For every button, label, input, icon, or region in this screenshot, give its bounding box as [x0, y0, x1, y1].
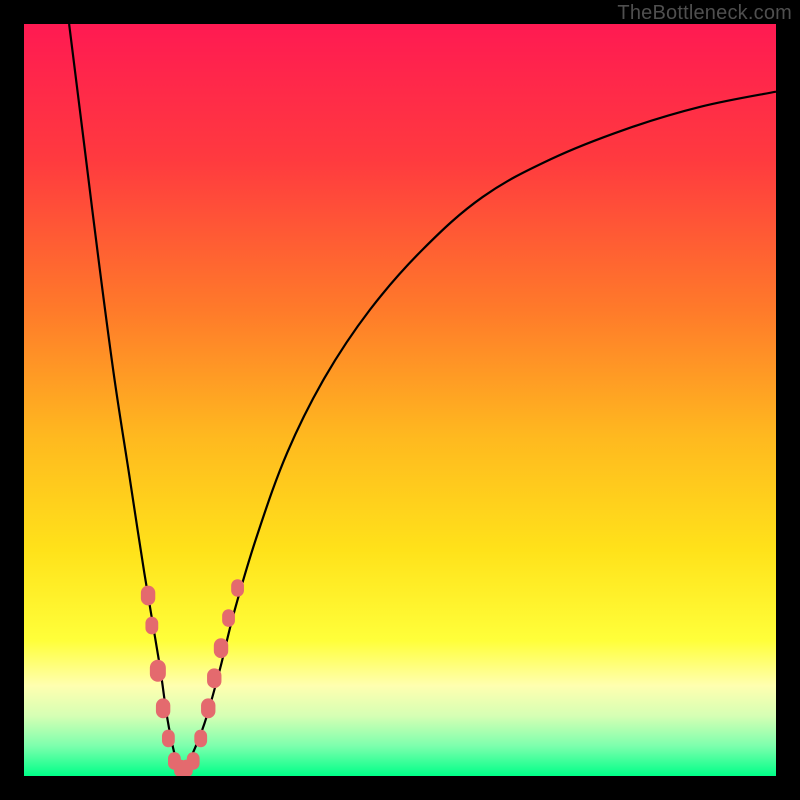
curve-marker [231, 579, 244, 597]
curve-marker [156, 698, 170, 718]
curve-marker [187, 752, 200, 770]
plot-area [24, 24, 776, 776]
gradient-background [24, 24, 776, 776]
watermark-text: TheBottleneck.com [617, 2, 792, 25]
curve-marker [222, 609, 235, 627]
curve-marker [201, 698, 215, 718]
curve-marker [162, 730, 175, 748]
curve-marker [207, 668, 221, 688]
curve-marker [150, 660, 166, 682]
curve-marker [214, 638, 228, 658]
chart-frame: TheBottleneck.com [0, 0, 800, 800]
curve-marker [194, 730, 207, 748]
bottleneck-chart [24, 24, 776, 776]
curve-marker [145, 617, 158, 635]
curve-marker [141, 586, 155, 606]
